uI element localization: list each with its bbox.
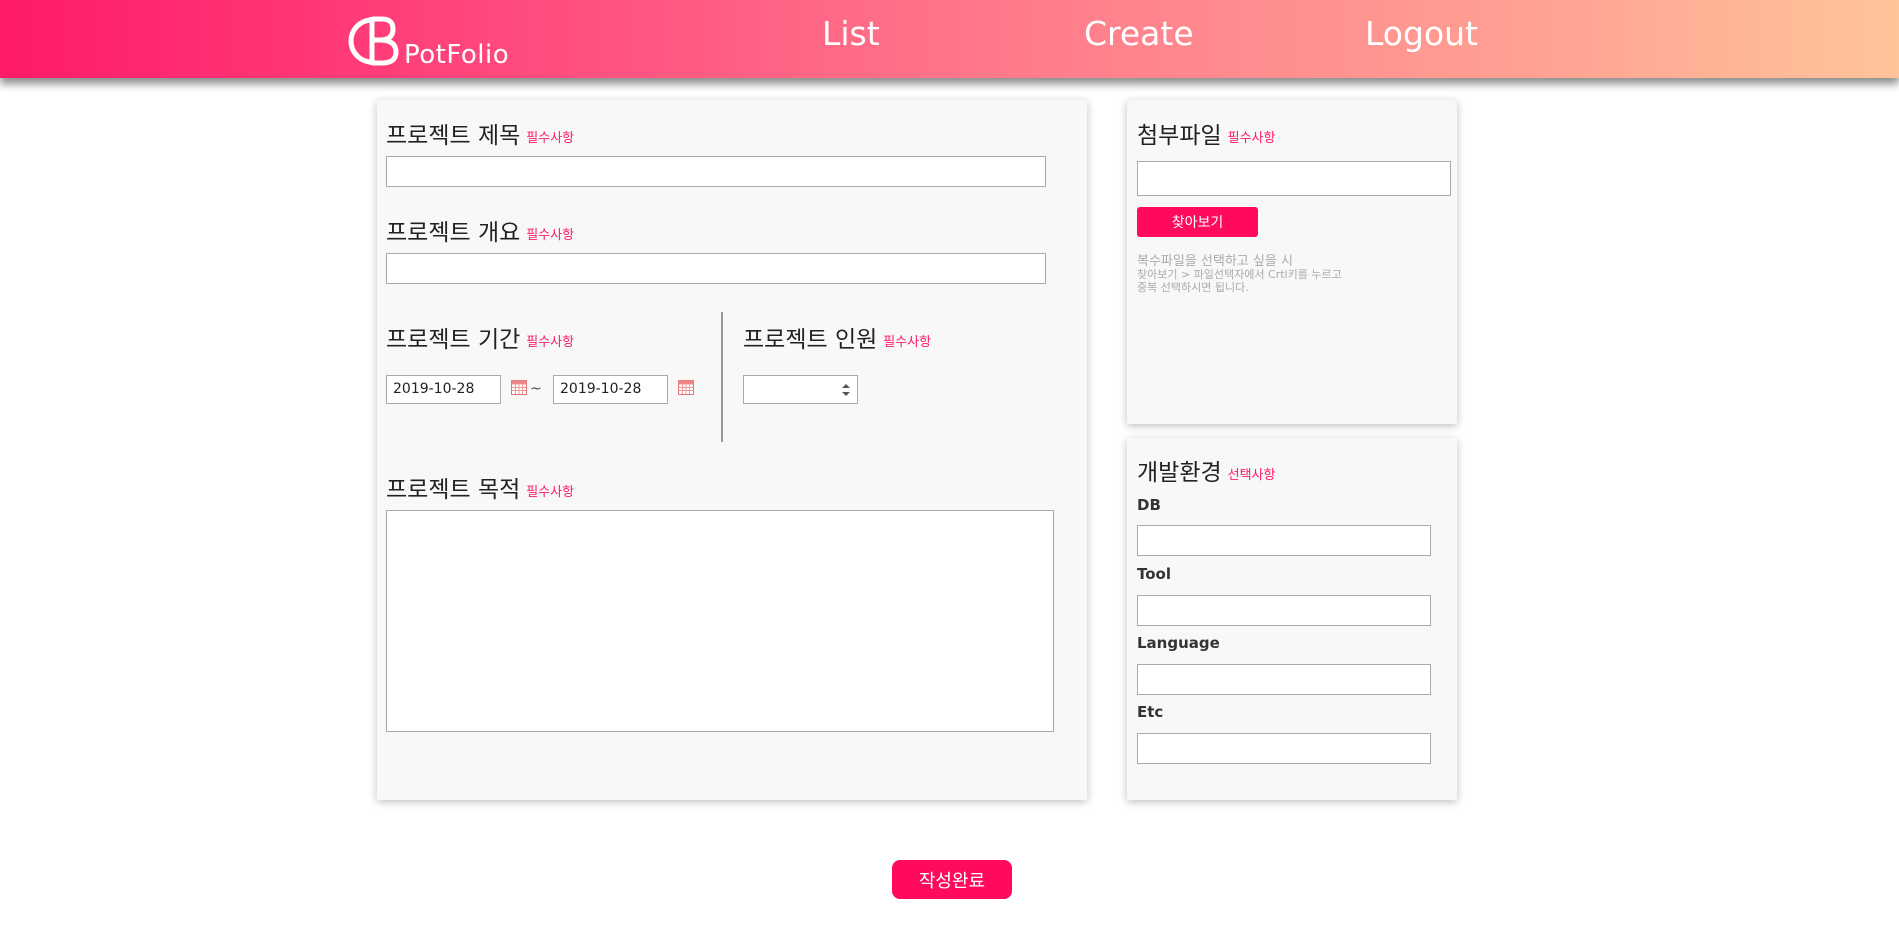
nav-create-link[interactable]: Create <box>1084 14 1194 53</box>
section-divider <box>721 312 723 442</box>
start-calendar-icon[interactable] <box>511 380 527 395</box>
project-purpose-textarea[interactable] <box>386 510 1054 732</box>
dev-environment-panel: 개발환경 선택사항 DB Tool Language Etc <box>1127 438 1457 800</box>
nav-logout-link[interactable]: Logout <box>1365 14 1478 53</box>
project-period-label: 프로젝트 기간 <box>386 327 521 353</box>
etc-label: Etc <box>1137 703 1164 721</box>
members-number-input[interactable] <box>743 375 858 404</box>
project-purpose-label: 프로젝트 목적 <box>386 477 521 503</box>
db-label: DB <box>1137 496 1161 514</box>
project-members-label: 프로젝트 인원 <box>743 327 878 353</box>
required-tag: 필수사항 <box>526 228 575 243</box>
project-overview-label: 프로젝트 개요 <box>386 220 521 246</box>
logo-icon <box>348 16 399 66</box>
language-input[interactable] <box>1137 664 1431 695</box>
date-range-separator: ~ <box>530 381 542 397</box>
browse-button[interactable]: 찾아보기 <box>1137 207 1258 237</box>
attachment-file-input[interactable] <box>1137 161 1451 196</box>
project-overview-input[interactable] <box>386 253 1046 284</box>
submit-button[interactable]: 작성완료 <box>892 860 1012 899</box>
attachment-label: 첨부파일 <box>1137 123 1222 149</box>
required-tag: 필수사항 <box>526 485 575 500</box>
required-tag: 필수사항 <box>1227 131 1276 146</box>
attachment-hint-line3: 중복 선택하시면 됩니다. <box>1137 281 1249 294</box>
optional-tag: 선택사항 <box>1227 468 1276 483</box>
start-date-input[interactable]: 2019-10-28 <box>386 375 501 404</box>
project-title-label: 프로젝트 제목 <box>386 123 521 149</box>
logo-text: PotFolio <box>404 40 510 70</box>
etc-input[interactable] <box>1137 733 1431 764</box>
project-period-heading: 프로젝트 기간 필수사항 <box>386 320 574 354</box>
nav-list-link[interactable]: List <box>822 14 880 53</box>
required-tag: 필수사항 <box>526 131 575 146</box>
db-input[interactable] <box>1137 525 1431 556</box>
dev-environment-label: 개발환경 <box>1137 460 1222 486</box>
top-nav-bar: PotFolio List Create Logout <box>0 0 1899 78</box>
project-purpose-heading: 프로젝트 목적 필수사항 <box>386 470 574 504</box>
project-title-heading: 프로젝트 제목 필수사항 <box>386 116 574 150</box>
project-members-heading: 프로젝트 인원 필수사항 <box>743 320 931 354</box>
required-tag: 필수사항 <box>526 335 575 350</box>
end-calendar-icon[interactable] <box>678 380 694 395</box>
project-title-input[interactable] <box>386 156 1046 187</box>
attachment-panel: 첨부파일 필수사항 찾아보기 복수파일을 선택하고 싶을 시 찾아보기 > 파일선… <box>1127 100 1457 424</box>
dev-environment-heading: 개발환경 선택사항 <box>1137 453 1275 487</box>
attachment-heading: 첨부파일 필수사항 <box>1137 116 1275 150</box>
tool-input[interactable] <box>1137 595 1431 626</box>
end-date-input[interactable]: 2019-10-28 <box>553 375 668 404</box>
required-tag: 필수사항 <box>883 335 932 350</box>
project-form-panel: 프로젝트 제목 필수사항 프로젝트 개요 필수사항 프로젝트 기간 필수사항 2019… <box>377 100 1087 800</box>
spinner-arrows-icon[interactable] <box>841 382 851 398</box>
project-overview-heading: 프로젝트 개요 필수사항 <box>386 213 574 247</box>
tool-label: Tool <box>1137 565 1171 583</box>
language-label: Language <box>1137 634 1220 652</box>
